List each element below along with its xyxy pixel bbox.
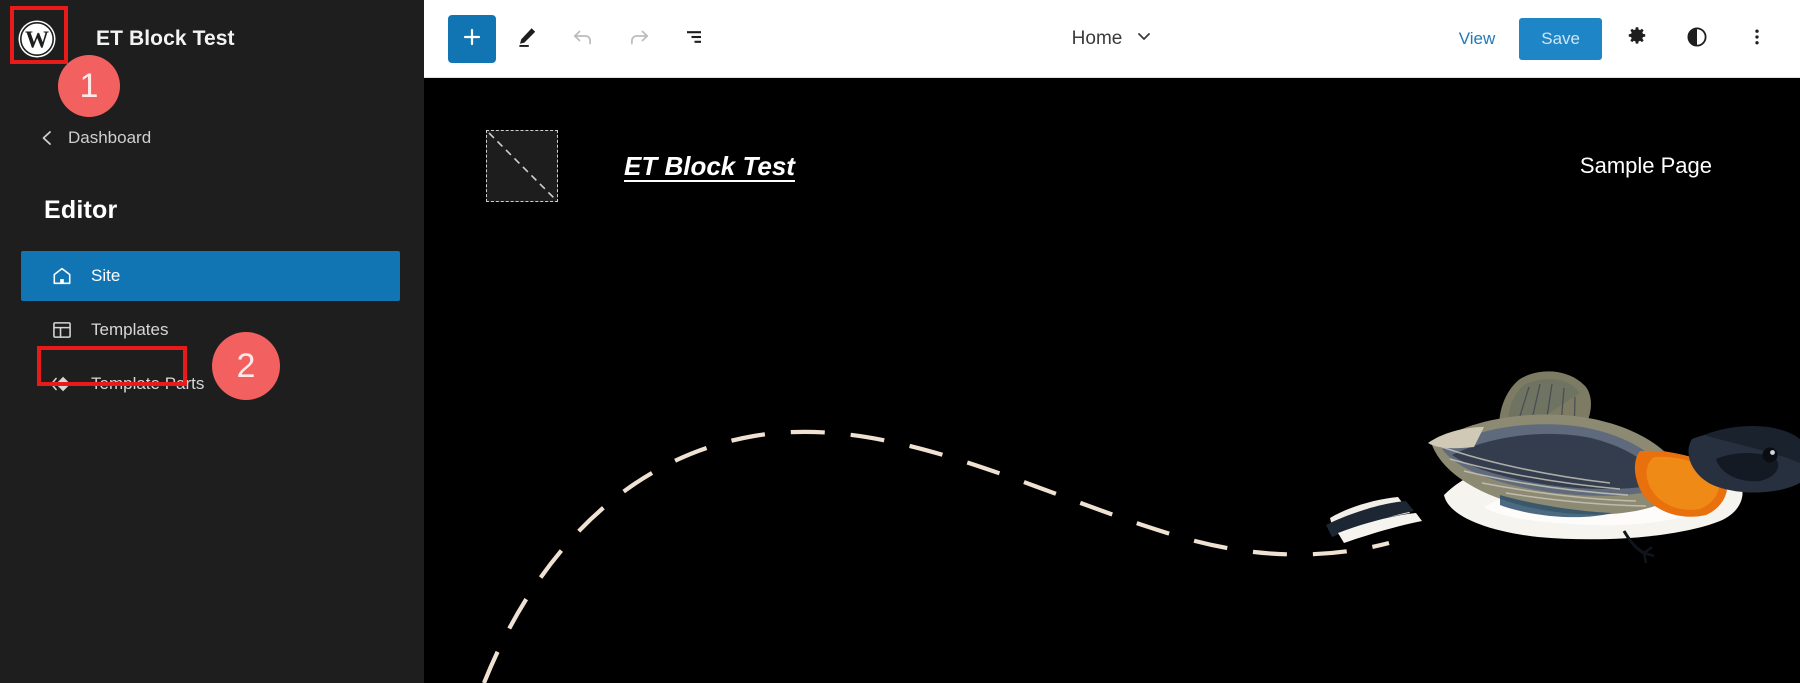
sidebar-item-template-parts[interactable]: Template Parts (21, 359, 400, 409)
add-block-button[interactable] (448, 14, 496, 63)
canvas-artwork (424, 198, 1800, 683)
site-brand-title[interactable]: ET Block Test (624, 151, 795, 182)
three-dots-vertical-icon (1746, 25, 1768, 52)
editor-toolbar: Home View Save (424, 0, 1800, 78)
svg-text:W: W (25, 28, 49, 54)
sidebar-section-title: Editor (44, 196, 118, 224)
site-header-block: ET Block Test Sample Page (424, 78, 1800, 202)
document-title-label: Home (1071, 27, 1123, 49)
edit-tool-button[interactable] (502, 14, 552, 64)
sidebar-item-label-site: Site (91, 266, 121, 285)
site-logo-placeholder-icon[interactable] (486, 130, 558, 202)
gear-icon (1625, 25, 1649, 52)
view-button[interactable]: View (1445, 21, 1510, 57)
styles-button[interactable] (1672, 14, 1722, 64)
sidebar-item-label-template-parts: Template Parts (91, 374, 205, 393)
pencil-edit-icon (514, 24, 540, 53)
sidebar-back-to-dashboard[interactable]: Dashboard (0, 120, 424, 156)
document-title-dropdown[interactable]: Home (1062, 22, 1163, 56)
contrast-half-circle-icon (1685, 25, 1709, 52)
templates-layout-icon (49, 317, 75, 343)
wordpress-site-editor: W ET Block Test Dashboard Editor Site Te… (0, 0, 1800, 683)
settings-button[interactable] (1612, 14, 1662, 64)
sidebar-item-site[interactable]: Site (21, 251, 400, 301)
undo-button[interactable] (558, 14, 608, 64)
sidebar-item-templates[interactable]: Templates (21, 305, 400, 355)
editor-main: Home View Save ET Block Test Sample Page (424, 0, 1800, 683)
redo-button[interactable] (614, 14, 664, 64)
sidebar-header: W ET Block Test (0, 0, 424, 78)
sidebar-navigation: Site Templates Template Parts (0, 251, 424, 409)
list-view-button[interactable] (670, 14, 720, 64)
flying-bird-illustration (1326, 371, 1800, 564)
undo-arrow-icon (570, 24, 596, 53)
template-parts-icon (49, 371, 75, 397)
toolbar-left-group (424, 14, 720, 64)
wordpress-logo-icon[interactable]: W (14, 16, 60, 62)
chevron-left-icon (40, 129, 54, 147)
redo-arrow-icon (626, 24, 652, 53)
list-view-icon (682, 24, 708, 53)
sidebar-site-title: ET Block Test (96, 27, 235, 50)
plus-icon (460, 25, 484, 52)
sidebar-item-label-templates: Templates (91, 320, 169, 339)
home-icon (49, 263, 75, 289)
chevron-down-icon (1136, 28, 1152, 50)
sidebar-back-label: Dashboard (68, 128, 152, 147)
editor-canvas[interactable]: ET Block Test Sample Page (424, 78, 1800, 683)
save-button[interactable]: Save (1519, 17, 1602, 60)
toolbar-right-group: View Save (1445, 14, 1800, 64)
editor-sidebar: W ET Block Test Dashboard Editor Site Te… (0, 0, 424, 683)
options-menu-button[interactable] (1732, 14, 1782, 64)
site-nav-link-sample-page[interactable]: Sample Page (1580, 153, 1738, 179)
dashed-flight-path-icon (482, 429, 1390, 683)
